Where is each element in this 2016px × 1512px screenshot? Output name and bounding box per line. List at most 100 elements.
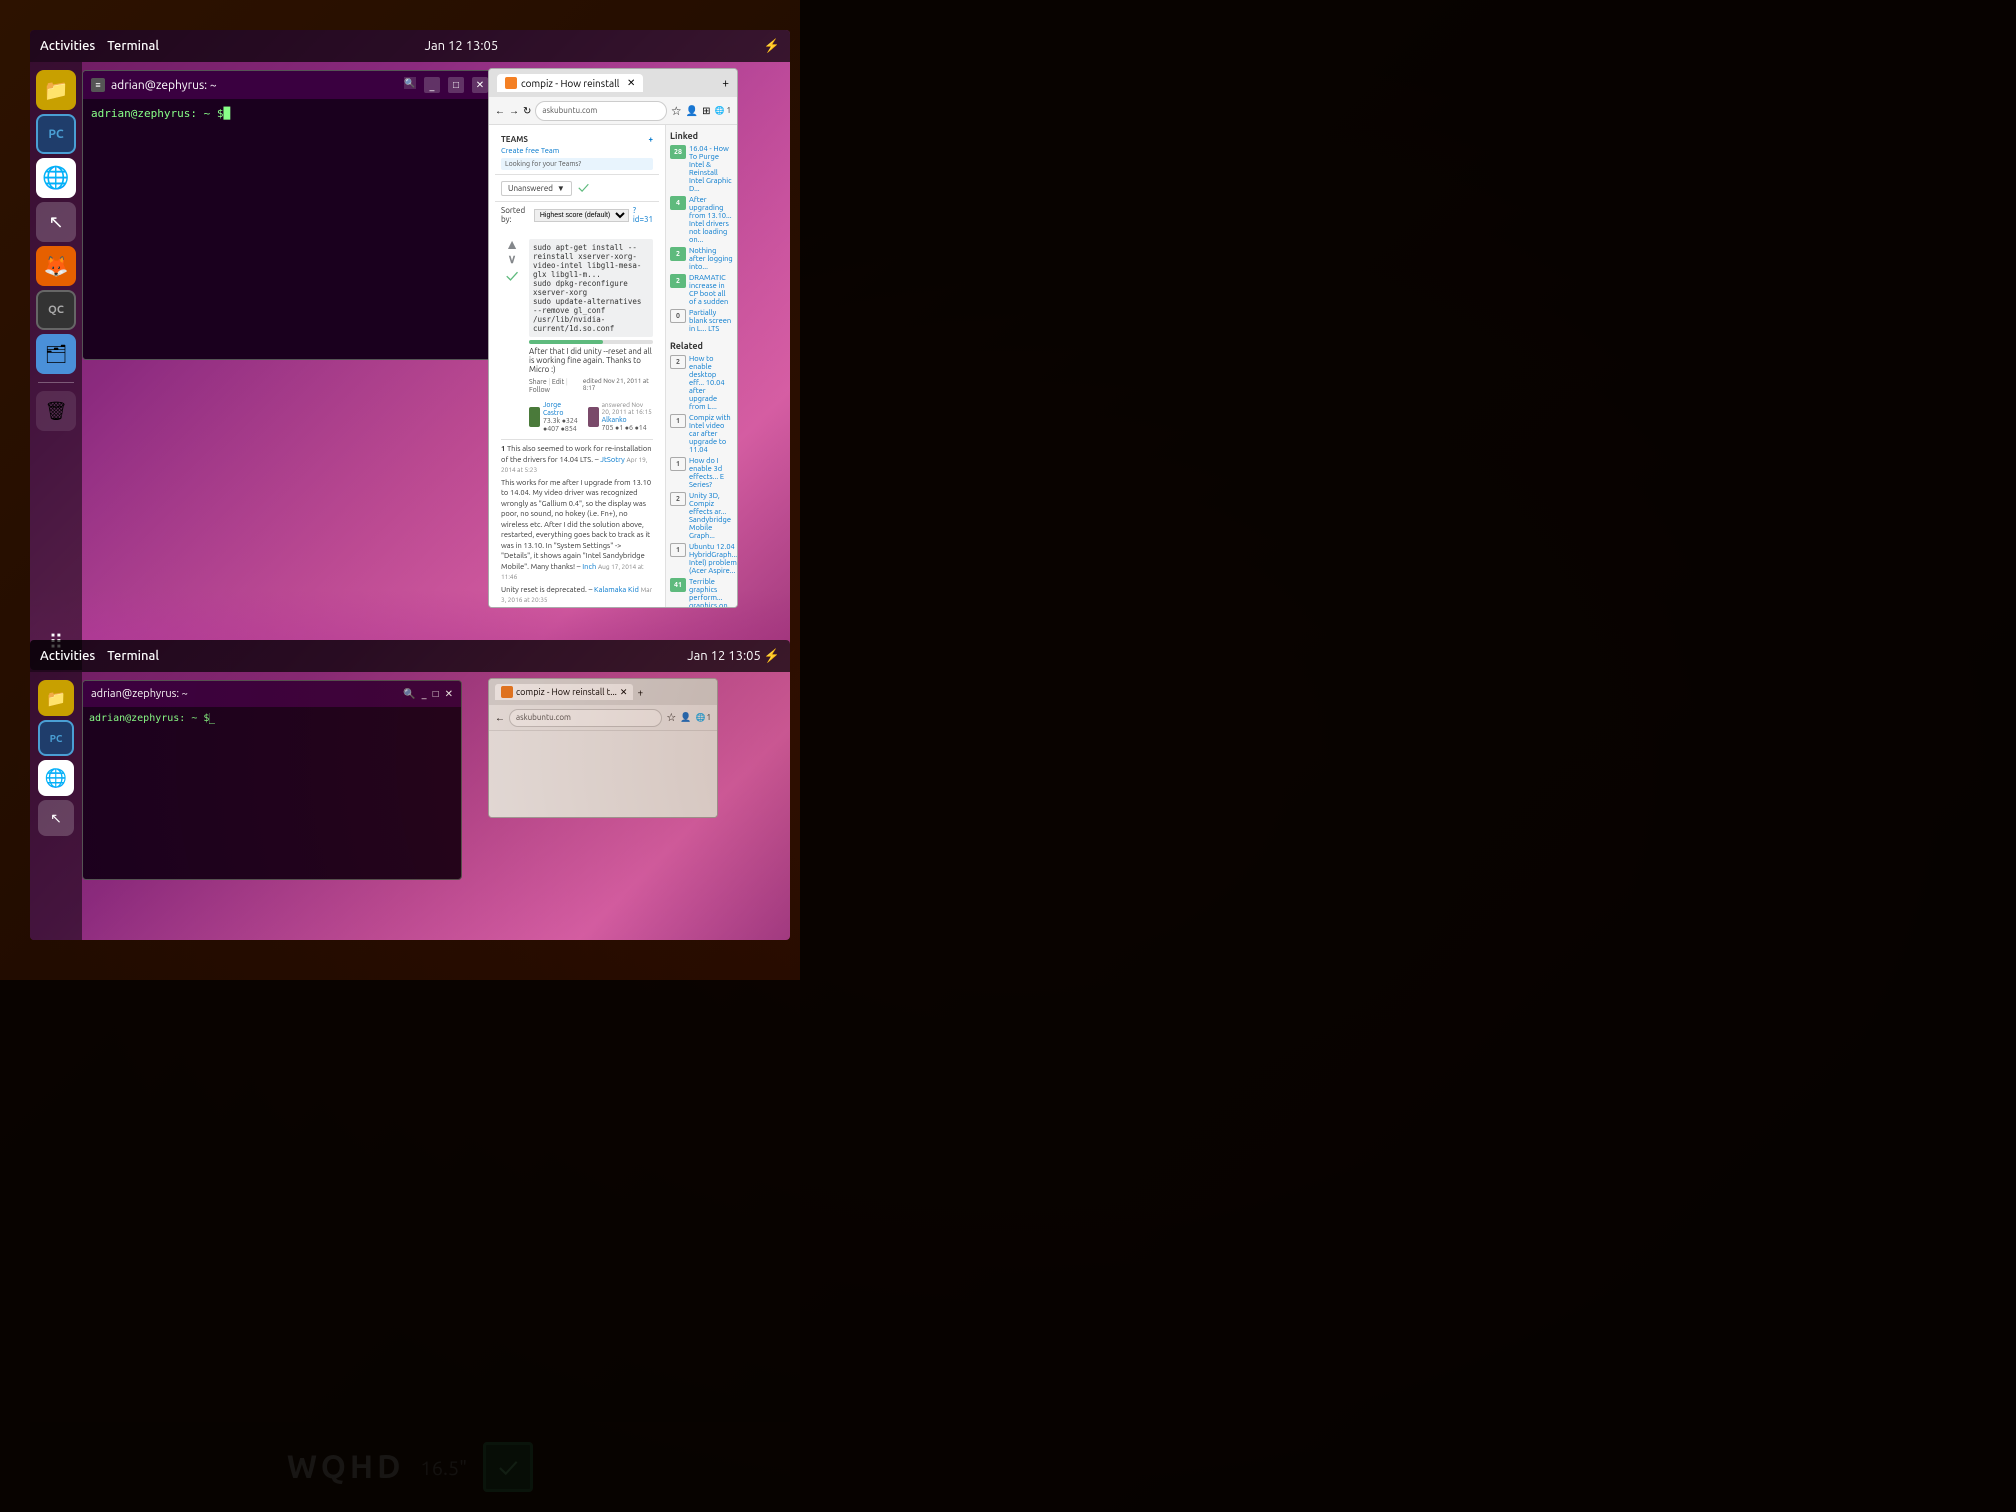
dock-bottom-pycharm[interactable]: PC <box>38 720 74 756</box>
terminal-search-btn[interactable]: 🔍 <box>404 77 416 89</box>
bookmark-btn[interactable]: ☆ <box>671 104 682 118</box>
user2-name[interactable]: Alkanko <box>602 416 653 424</box>
user1-name[interactable]: Jorge Castro <box>543 401 582 417</box>
desktop-bottom: Activities Terminal Jan 12 13:05 ⚡ 📁 PC … <box>30 640 790 940</box>
url-bar-bottom[interactable]: askubuntu.com <box>509 709 662 727</box>
linked-item-2: 4 After upgrading from 13.10... Intel dr… <box>670 196 733 244</box>
dock-icon-pycharm[interactable]: PC <box>36 114 76 154</box>
terminal-search-bottom[interactable]: 🔍 <box>403 688 415 700</box>
linked-item-5: 0 Partially blank screen in L... LTS <box>670 309 733 333</box>
dock-icon-qc[interactable]: QC <box>36 290 76 330</box>
tab-close-btn[interactable]: ✕ <box>627 77 635 89</box>
terminal-title: adrian@zephyrus: ~ <box>111 79 217 92</box>
related-text-2[interactable]: Compiz with Intel video car after upgrad… <box>689 414 733 454</box>
bookmark-bottom[interactable]: ☆ <box>666 711 676 724</box>
terminal-menu-icon[interactable]: ≡ <box>91 78 105 92</box>
dark-bottom <box>0 980 800 1512</box>
terminal-body-bottom[interactable]: adrian@zephyrus: ~ $█ <box>83 707 461 730</box>
vote-up-btn[interactable]: ▲ <box>501 236 523 252</box>
browser-tab-bottom[interactable]: compiz - How reinstall t... ✕ <box>495 684 633 700</box>
related-text-3[interactable]: How do I enable 3d effects... E Series? <box>689 457 733 489</box>
create-team-btn[interactable]: Create free Team <box>501 147 653 155</box>
so-favicon-bottom <box>501 686 513 698</box>
activities-button-bottom[interactable]: Activities <box>40 649 95 663</box>
refresh-btn[interactable]: ↻ <box>523 105 531 117</box>
terminal-minimize-btn[interactable]: _ <box>424 77 440 93</box>
browser-tab-active[interactable]: compiz - How reinstall t... ✕ <box>497 74 643 92</box>
linked-text-5[interactable]: Partially blank screen in L... LTS <box>689 309 733 333</box>
terminal-close-btn[interactable]: ✕ <box>472 77 488 93</box>
answer-area: ▲ ∨ ✓ sudo apt-get install --reinstall x… <box>495 232 659 607</box>
linked-text-4[interactable]: DRAMATIC increase in CP boot all of a su… <box>689 274 733 306</box>
dock-bottom-cursor[interactable]: ↖ <box>38 800 74 836</box>
user2-info: answered Nov 20, 2011 at 16:15 Alkanko 7… <box>602 402 653 432</box>
answer-filter-label: Sorted by: <box>501 206 530 224</box>
vote-count: ∨ <box>501 252 523 266</box>
code-block: sudo apt-get install --reinstall xserver… <box>529 239 653 337</box>
related-score-1: 2 <box>670 355 686 369</box>
terminal-maximize-btn[interactable]: □ <box>448 77 464 93</box>
profile-btn[interactable]: 👤 <box>686 105 698 117</box>
accepted-checkmark: ✓ <box>578 179 589 197</box>
progress-bar <box>529 340 653 344</box>
dock-icon-firefox[interactable]: 🦊 <box>36 246 76 286</box>
translate-bottom[interactable]: 🌐1 <box>696 713 711 722</box>
accepted-icon: ✓ <box>501 266 523 286</box>
translate-btn[interactable]: 🌐1 <box>715 106 731 115</box>
dock-icon-files[interactable]: 📁 <box>36 70 76 110</box>
answer-id-link[interactable]: ?id=31 <box>633 206 653 224</box>
terminal-indicator[interactable]: Terminal <box>107 39 159 53</box>
activities-button[interactable]: Activities <box>40 39 95 53</box>
browser-titlebar-bottom: compiz - How reinstall t... ✕ + <box>489 679 717 705</box>
battery-icon: ⚡ <box>764 39 780 54</box>
dock-bottom: 📁 PC 🌐 ↖ <box>30 672 82 940</box>
linked-text-2[interactable]: After upgrading from 13.10... Intel driv… <box>689 196 733 244</box>
dock-icon-chrome[interactable]: 🌐 <box>36 158 76 198</box>
url-bar[interactable]: askubuntu.com <box>535 101 667 121</box>
terminal-close-bottom[interactable]: ✕ <box>445 688 453 700</box>
linked-score-1: 28 <box>670 145 686 159</box>
unanswered-chevron: ▼ <box>557 184 565 193</box>
looking-for-teams[interactable]: Looking for your Teams? <box>501 158 653 170</box>
related-score-5: 1 <box>670 543 686 557</box>
terminal-body[interactable]: adrian@zephyrus: ~ $█ <box>83 99 496 359</box>
back-bottom[interactable]: ← <box>495 712 505 724</box>
answer-sort-select[interactable]: Highest score (default) <box>534 209 629 222</box>
dock-icon-trash[interactable]: 🗑 <box>36 391 76 431</box>
profile-bottom[interactable]: 👤 <box>680 712 691 723</box>
related-score-4: 2 <box>670 492 686 506</box>
related-text-6[interactable]: Terrible graphics perform... graphics on… <box>689 578 733 607</box>
dock-icon-cursor[interactable]: ↖ <box>36 202 76 242</box>
dock-bottom-chrome[interactable]: 🌐 <box>38 760 74 796</box>
dock-bottom-files[interactable]: 📁 <box>38 680 74 716</box>
linked-text-3[interactable]: Nothing after logging into... <box>689 247 733 271</box>
comment-3: Unity reset is deprecated. – Kalamaka Ki… <box>501 585 653 606</box>
related-text-4[interactable]: Unity 3D, Compiz effects ar... Sandybrid… <box>689 492 733 540</box>
dock-icon-nautilus[interactable]: 🗂 <box>36 334 76 374</box>
related-item-4: 2 Unity 3D, Compiz effects ar... Sandybr… <box>670 492 733 540</box>
unanswered-badge[interactable]: Unanswered ▼ <box>501 181 572 196</box>
forward-btn[interactable]: → <box>509 105 519 117</box>
related-item-1: 2 How to enable desktop eff... 10.04 aft… <box>670 355 733 411</box>
related-score-2: 1 <box>670 414 686 428</box>
related-text-5[interactable]: Ubuntu 12.04 HybridGraph... Intel) probl… <box>689 543 737 575</box>
linked-score-5: 0 <box>670 309 686 323</box>
terminal-min-bottom[interactable]: _ <box>422 688 427 700</box>
topbar-datetime-bottom: Jan 12 13:05 ⚡ <box>687 649 780 664</box>
tab-close-bottom[interactable]: ✕ <box>620 687 628 698</box>
comment-2: This works for me after I upgrade from 1… <box>501 478 653 583</box>
terminal-indicator-bottom[interactable]: Terminal <box>107 649 159 663</box>
extensions-btn[interactable]: ⊞ <box>702 105 710 117</box>
back-btn[interactable]: ← <box>495 105 505 117</box>
linked-text-1[interactable]: 16.04 - How To Purge Intel & Reinstall I… <box>689 145 733 193</box>
new-tab-bottom[interactable]: + <box>637 687 643 698</box>
related-text-1[interactable]: How to enable desktop eff... 10.04 after… <box>689 355 733 411</box>
browser-window: compiz - How reinstall t... ✕ + ← → ↻ as… <box>488 68 738 608</box>
terminal-max-bottom[interactable]: □ <box>433 688 439 700</box>
teams-add-btn[interactable]: + <box>648 135 653 144</box>
topbar-right: ⚡ <box>764 39 780 54</box>
related-section: Related 2 How to enable desktop eff... 1… <box>670 341 733 607</box>
linked-section: Linked 28 16.04 - How To Purge Intel & R… <box>670 131 733 333</box>
new-tab-btn[interactable]: + <box>722 77 729 90</box>
desktop-top: Activities Terminal Jan 12 13:05 ⚡ 📁 PC … <box>30 30 790 670</box>
